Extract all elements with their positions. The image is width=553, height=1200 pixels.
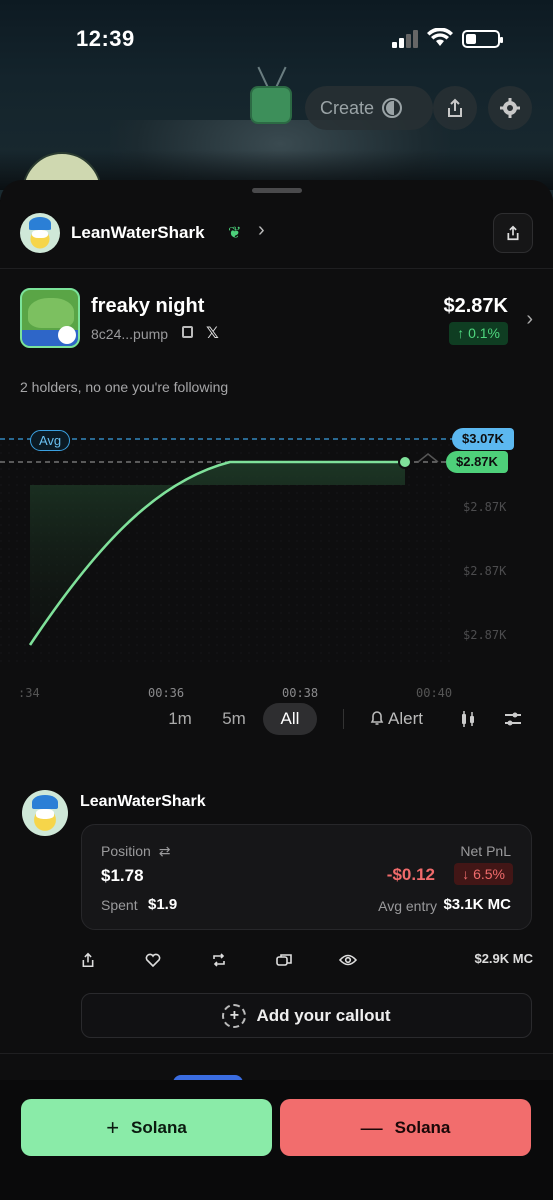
add-callout-button[interactable]: + Add your callout — [81, 993, 532, 1038]
status-bar: 12:39 — [0, 26, 553, 56]
price-chart[interactable]: Avg $3.07K $2.87K $2.87K $2.87K $2.87K :… — [0, 420, 553, 710]
battery-icon — [462, 30, 503, 48]
holders-text: 2 holders, no one you're following — [20, 379, 229, 395]
chevron-right-icon: › — [258, 219, 265, 241]
trade-bar: + Solana — Solana — [0, 1080, 553, 1200]
bell-icon — [370, 711, 384, 725]
wifi-icon — [427, 28, 453, 46]
token-name: freaky night — [91, 295, 205, 317]
spent-value: $1.9 — [148, 896, 178, 913]
sheet-grabber[interactable] — [252, 188, 302, 193]
x-tick-label: :34 — [18, 686, 40, 700]
y-tick-label: $2.87K — [463, 500, 507, 514]
callout-label: Add your callout — [256, 1005, 391, 1025]
alert-label: Alert — [388, 709, 423, 728]
status-time: 12:39 — [76, 26, 135, 51]
settings-button[interactable] — [488, 86, 532, 130]
minus-icon: — — [360, 1114, 383, 1140]
repost-icon[interactable] — [209, 950, 229, 970]
buy-button[interactable]: + Solana — [21, 1099, 272, 1156]
avg-price-tag: $3.07K — [452, 428, 514, 450]
sell-button[interactable]: — Solana — [280, 1099, 531, 1156]
avg-entry-value: $3.1K MC — [443, 896, 511, 913]
spent-label: Spent — [101, 897, 138, 913]
user-avatar — [22, 790, 68, 836]
creator-row[interactable]: LeanWaterShark ❦ › — [20, 213, 533, 253]
range-5m[interactable]: 5m — [214, 703, 254, 735]
range-selector: 1m 5m All Alert — [0, 703, 553, 737]
pnl-value: -$0.12 — [386, 865, 435, 884]
x-tick-label: 00:36 — [148, 686, 185, 700]
position-card[interactable]: Position ⇄ $1.78 Spent $1.9 Net PnL -$0.… — [81, 824, 532, 930]
token-address: 8c24...pump — [91, 326, 169, 342]
token-row[interactable]: freaky night 8c24...pump 𝕏 $2.87K ↑ 0.1%… — [20, 288, 533, 350]
position-label-text: Position — [101, 843, 151, 859]
post-actions: $2.9K MC — [78, 950, 533, 970]
sell-label: Solana — [394, 1117, 451, 1137]
cellular-signal-icon — [392, 30, 420, 48]
create-label: Create — [320, 97, 375, 118]
candlestick-icon[interactable] — [459, 710, 477, 728]
gear-icon — [500, 98, 520, 118]
create-button[interactable]: Create — [305, 86, 433, 130]
pill-badge-icon — [58, 326, 76, 344]
market-cap-text: $2.9K MC — [474, 951, 533, 966]
divider — [343, 709, 344, 729]
share-icon[interactable] — [78, 950, 98, 970]
eye-icon[interactable] — [338, 950, 358, 970]
heart-icon[interactable] — [143, 950, 163, 970]
range-1m[interactable]: 1m — [160, 703, 200, 735]
copy-icon[interactable] — [182, 326, 193, 338]
creator-name: LeanWaterShark — [71, 223, 205, 242]
x-logo-icon[interactable]: 𝕏 — [206, 323, 219, 343]
y-tick-label: $2.87K — [463, 628, 507, 642]
divider — [0, 1053, 553, 1054]
x-tick-label: 00:40 — [416, 686, 453, 700]
range-all[interactable]: All — [263, 703, 317, 735]
token-sheet: LeanWaterShark ❦ › freaky night 8c24...p… — [0, 180, 553, 1200]
tv-antenna — [275, 66, 287, 88]
copy-icon[interactable] — [274, 950, 294, 970]
position-label: Position ⇄ — [101, 843, 170, 860]
avg-entry-label: Avg entry — [378, 898, 437, 914]
pnl-pct-badge: ↓ 6.5% — [454, 863, 513, 885]
buy-label: Solana — [131, 1117, 187, 1137]
share-creator-button[interactable] — [493, 213, 533, 253]
token-price: $2.87K — [443, 295, 509, 317]
position-user-name: LeanWaterShark — [80, 793, 206, 810]
x-tick-label: 00:38 — [282, 686, 319, 700]
plus-icon: + — [106, 1114, 120, 1140]
add-icon: + — [222, 1003, 247, 1028]
current-price-tag: $2.87K — [446, 451, 508, 473]
pnl-label: Net PnL — [460, 843, 511, 859]
share-icon — [448, 98, 462, 117]
avg-tag: Avg — [30, 430, 71, 451]
tv-logo-icon — [250, 86, 292, 124]
sprout-icon: ❦ — [228, 225, 242, 242]
y-tick-label: $2.87K — [463, 564, 507, 578]
sliders-icon[interactable] — [504, 710, 522, 728]
current-point — [398, 455, 412, 469]
price-change-badge: ↑ 0.1% — [449, 322, 508, 345]
creator-avatar — [20, 213, 60, 253]
share-top-button[interactable] — [433, 86, 477, 130]
create-icon — [382, 98, 403, 118]
chevron-right-icon: › — [526, 308, 533, 330]
divider — [0, 268, 553, 269]
alert-button[interactable]: Alert — [370, 703, 423, 735]
token-logo — [20, 288, 80, 348]
share-icon — [507, 225, 519, 241]
swap-icon[interactable]: ⇄ — [159, 843, 171, 859]
tv-antenna — [257, 66, 269, 88]
position-value: $1.78 — [101, 866, 144, 885]
